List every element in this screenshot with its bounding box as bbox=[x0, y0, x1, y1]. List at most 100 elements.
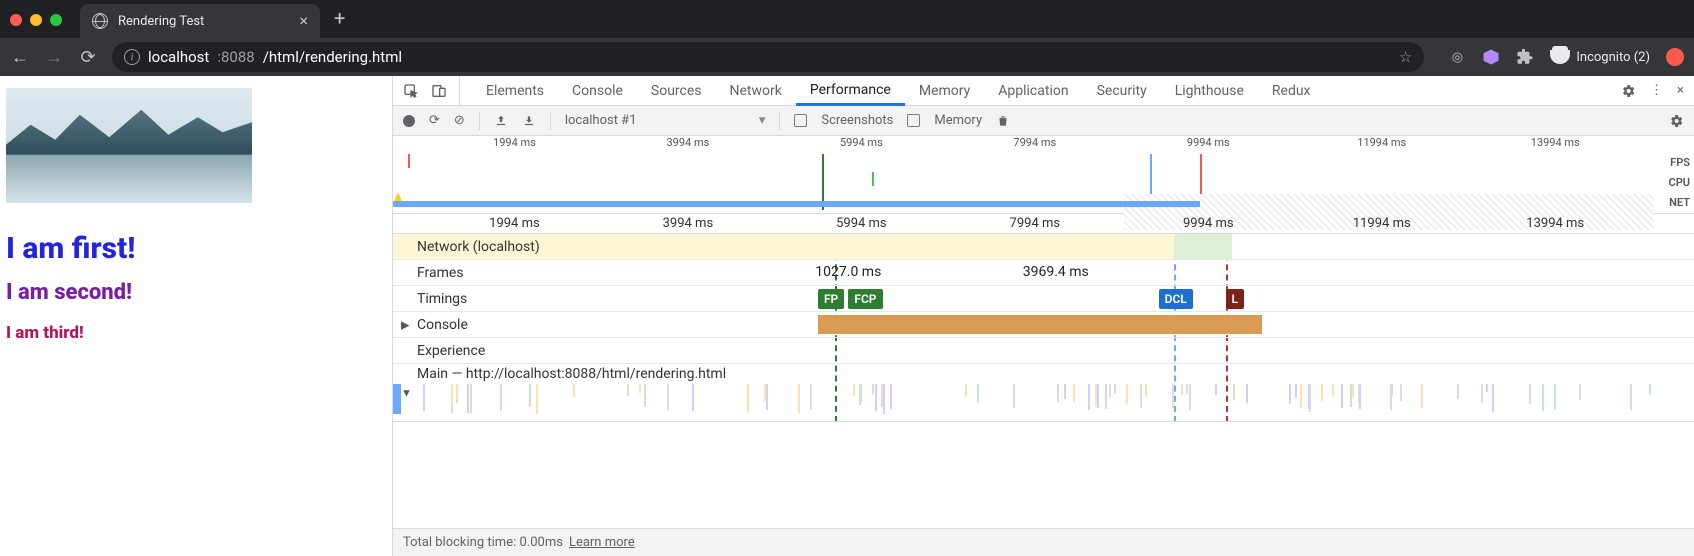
save-profile-icon[interactable] bbox=[522, 114, 536, 128]
forward-button[interactable]: → bbox=[44, 47, 64, 68]
page-heading-2: I am second! bbox=[6, 280, 386, 305]
address-bar[interactable]: i localhost :8088/html/rendering.html ☆ bbox=[112, 42, 1424, 72]
total-blocking-time: Total blocking time: 0.00ms bbox=[403, 535, 563, 550]
main-thread-track[interactable]: ▼ Main — http://localhost:8088/html/rend… bbox=[393, 364, 1694, 422]
ruler-tick: 9994 ms bbox=[1183, 216, 1234, 231]
incognito-label: Incognito (2) bbox=[1576, 50, 1650, 65]
tracks-area: ▶ Network (localhost) Frames 1027.0 ms 3… bbox=[393, 234, 1694, 422]
frame-duration-0: 1027.0 ms bbox=[815, 264, 881, 280]
experience-track[interactable]: Experience bbox=[393, 338, 1694, 364]
window-controls bbox=[10, 14, 62, 26]
network-track-label: Network (localhost) bbox=[393, 234, 550, 259]
devtools-more-icon[interactable]: ⋮ bbox=[1650, 83, 1663, 98]
address-bar-row: ← → ⟳ i localhost :8088/html/rendering.ht… bbox=[0, 38, 1694, 76]
devtools-tabs: ElementsConsoleSourcesNetworkPerformance… bbox=[393, 76, 1694, 106]
screenshots-checkbox[interactable] bbox=[794, 114, 807, 127]
rendered-page: I am first! I am second! I am third! bbox=[0, 76, 392, 556]
devtools-tab-redux[interactable]: Redux bbox=[1258, 76, 1325, 105]
clear-button[interactable]: ⊘ bbox=[454, 113, 465, 128]
url-port: :8088 bbox=[217, 48, 254, 66]
devtools-close-icon[interactable]: × bbox=[1677, 83, 1684, 98]
browser-tab[interactable]: Rendering Test × bbox=[80, 4, 320, 38]
back-button[interactable]: ← bbox=[10, 47, 30, 68]
url-path: /html/rendering.html bbox=[263, 48, 402, 66]
devtools-tab-security[interactable]: Security bbox=[1083, 76, 1161, 105]
incognito-badge[interactable]: Incognito (2) bbox=[1550, 50, 1650, 65]
memory-label: Memory bbox=[934, 113, 982, 128]
site-info-icon[interactable]: i bbox=[124, 49, 140, 65]
console-track-label: Console bbox=[393, 312, 478, 337]
timing-badge-fcp[interactable]: FCP bbox=[848, 289, 882, 309]
performance-toolbar: ⟳ ⊘ localhost #1 ▾ Screenshots Memory bbox=[393, 106, 1694, 136]
console-track[interactable]: ▶ Console bbox=[393, 312, 1694, 338]
ruler-tick: 1994 ms bbox=[489, 216, 540, 231]
frames-track[interactable]: Frames 1027.0 ms 3969.4 ms bbox=[393, 260, 1694, 286]
timings-track-label: Timings bbox=[393, 286, 477, 311]
screenshots-label: Screenshots bbox=[821, 113, 893, 128]
extensions-icon[interactable] bbox=[1516, 48, 1534, 66]
ruler-tick: 5994 ms bbox=[836, 216, 887, 231]
tab-title: Rendering Test bbox=[118, 14, 204, 29]
timing-badge-l[interactable]: L bbox=[1226, 289, 1245, 309]
hero-image bbox=[6, 88, 252, 203]
translate-icon[interactable] bbox=[1482, 48, 1500, 66]
overview-lane-cpu: CPU bbox=[1654, 176, 1690, 189]
performance-footer: Total blocking time: 0.00ms Learn more bbox=[393, 528, 1694, 556]
devtools-tab-memory[interactable]: Memory bbox=[905, 76, 984, 105]
overview-timeline[interactable]: 1994 ms3994 ms5994 ms7994 ms9994 ms11994… bbox=[393, 136, 1694, 214]
learn-more-link[interactable]: Learn more bbox=[569, 535, 635, 550]
network-track[interactable]: ▶ Network (localhost) bbox=[393, 234, 1694, 260]
lens-icon[interactable]: ◎ bbox=[1448, 48, 1466, 66]
reload-button[interactable]: ⟳ bbox=[78, 47, 98, 68]
timing-badge-dcl[interactable]: DCL bbox=[1159, 289, 1193, 309]
frame-duration-1: 3969.4 ms bbox=[1023, 264, 1089, 280]
url-host: localhost bbox=[148, 48, 209, 66]
new-tab-button[interactable]: + bbox=[334, 6, 345, 30]
devtools-tab-elements[interactable]: Elements bbox=[472, 76, 558, 105]
inspect-element-icon[interactable] bbox=[403, 83, 419, 99]
incognito-icon bbox=[1550, 50, 1570, 64]
main-track-label: Main — http://localhost:8088/html/render… bbox=[393, 364, 736, 421]
main-ruler[interactable]: 1994 ms3994 ms5994 ms7994 ms9994 ms11994… bbox=[393, 214, 1694, 234]
devtools-tab-sources[interactable]: Sources bbox=[637, 76, 716, 105]
ruler-tick: 3994 ms bbox=[667, 136, 710, 149]
capture-settings-icon[interactable] bbox=[1668, 113, 1684, 129]
ruler-tick: 7994 ms bbox=[1010, 216, 1061, 231]
load-profile-icon[interactable] bbox=[494, 114, 508, 128]
maximize-window-icon[interactable] bbox=[50, 14, 62, 26]
devtools-tab-console[interactable]: Console bbox=[558, 76, 637, 105]
minimize-window-icon[interactable] bbox=[30, 14, 42, 26]
devtools-tab-application[interactable]: Application bbox=[984, 76, 1082, 105]
page-heading-3: I am third! bbox=[6, 323, 386, 343]
devtools-panel: ElementsConsoleSourcesNetworkPerformance… bbox=[392, 76, 1694, 556]
close-tab-icon[interactable]: × bbox=[299, 13, 308, 29]
bookmark-star-icon[interactable]: ☆ bbox=[1399, 48, 1412, 66]
page-heading-1: I am first! bbox=[6, 231, 386, 266]
devtools-tab-performance[interactable]: Performance bbox=[796, 76, 905, 106]
devtools-settings-icon[interactable] bbox=[1620, 83, 1636, 99]
browser-titlebar: Rendering Test × + bbox=[0, 0, 1694, 38]
record-button[interactable] bbox=[403, 115, 415, 127]
ruler-tick: 9994 ms bbox=[1187, 136, 1230, 149]
trash-icon[interactable] bbox=[996, 114, 1010, 128]
devtools-tab-network[interactable]: Network bbox=[716, 76, 796, 105]
timings-track[interactable]: Timings FPFCP DCL L bbox=[393, 286, 1694, 312]
frames-track-label: Frames bbox=[393, 260, 474, 285]
dropdown-caret-icon[interactable]: ▾ bbox=[759, 113, 766, 128]
profile-select[interactable]: localhost #1 bbox=[565, 113, 745, 128]
ruler-tick: 7994 ms bbox=[1013, 136, 1056, 149]
ruler-tick: 13994 ms bbox=[1526, 216, 1584, 231]
globe-icon bbox=[92, 13, 108, 29]
ruler-tick: 3994 ms bbox=[663, 216, 714, 231]
extension-badge-icon[interactable] bbox=[1666, 48, 1684, 66]
close-window-icon[interactable] bbox=[10, 14, 22, 26]
device-toolbar-icon[interactable] bbox=[431, 83, 447, 99]
toolbar-right: ◎ Incognito (2) bbox=[1448, 48, 1684, 66]
reload-record-button[interactable]: ⟳ bbox=[429, 113, 440, 128]
ruler-tick: 1994 ms bbox=[493, 136, 536, 149]
ruler-tick: 13994 ms bbox=[1531, 136, 1580, 149]
timing-badge-fp[interactable]: FP bbox=[818, 289, 844, 309]
devtools-tab-lighthouse[interactable]: Lighthouse bbox=[1161, 76, 1258, 105]
overview-lane-fps: FPS bbox=[1654, 156, 1690, 169]
memory-checkbox[interactable] bbox=[907, 114, 920, 127]
